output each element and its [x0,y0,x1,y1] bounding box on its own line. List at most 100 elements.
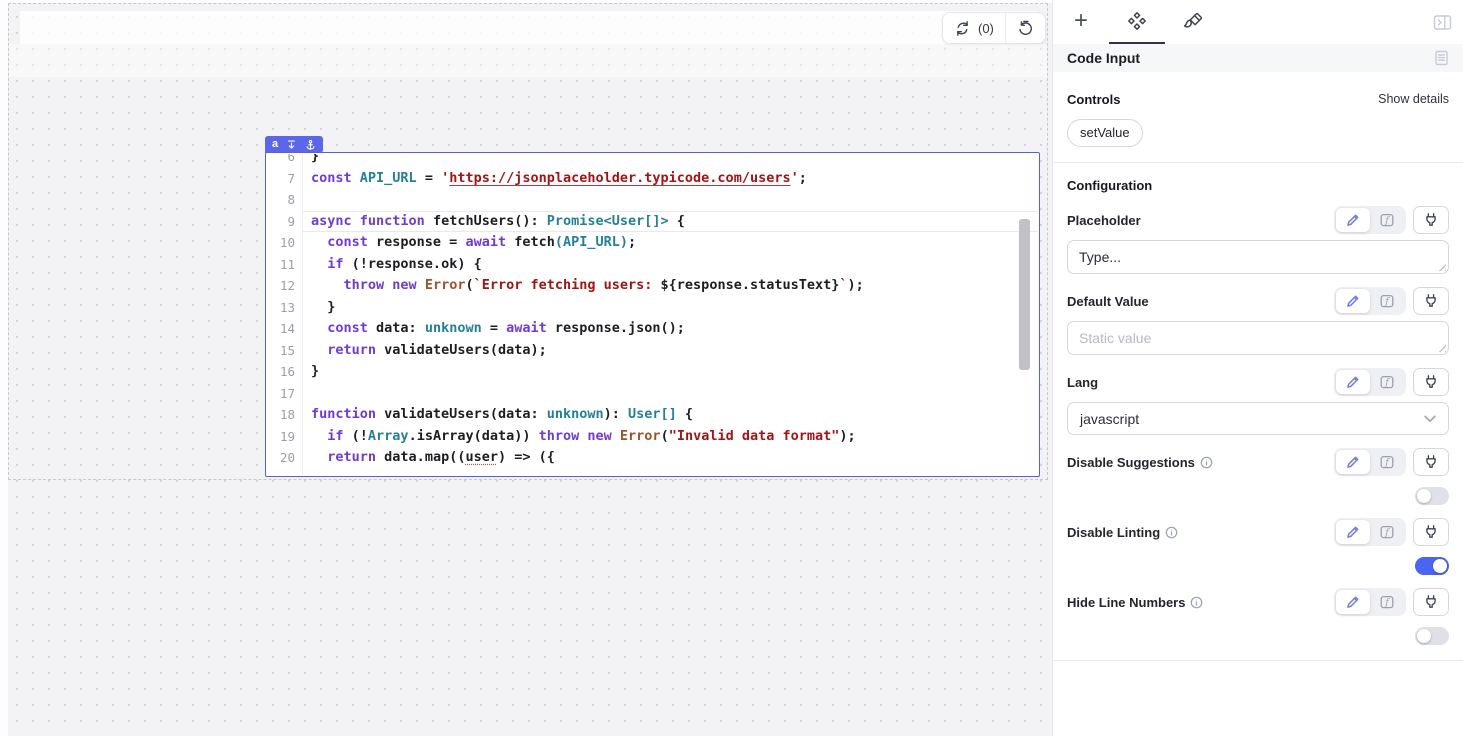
properties-panel: + Code Input Controls Show details setVa… [1052,0,1463,736]
property-label-hide-line-numbers: Hide Line Numbers [1067,595,1185,610]
plug-icon [1423,374,1439,390]
code-input-widget[interactable]: 6789101112131415161718192021 }const API_… [265,152,1040,477]
arrow-down-to-line-icon[interactable] [286,139,297,151]
fx-icon: f [1379,293,1395,309]
refresh-button[interactable]: (0) [943,13,1005,43]
panel-tabs: + [1053,0,1463,44]
static-mode-button[interactable] [1336,450,1370,474]
property-label-disable-linting: Disable Linting [1067,525,1160,540]
code-scrollbar[interactable] [1019,219,1030,370]
code-content[interactable]: }const API_URL = 'https://jsonplaceholde… [303,154,1038,475]
canvas-action-bar: (0) [942,12,1046,44]
configuration-section-title: Configuration [1067,178,1449,193]
bind-data-button[interactable] [1413,448,1449,476]
static-mode-button[interactable] [1336,289,1370,313]
tab-style[interactable] [1165,0,1221,44]
bind-data-button[interactable] [1413,287,1449,315]
docs-icon[interactable] [1434,50,1449,66]
property-disable-linting: Disable Linting f [1067,518,1449,575]
code-lines: }const API_URL = 'https://jsonplaceholde… [303,154,1038,475]
disable-linting-toggle[interactable] [1415,557,1449,575]
history-button[interactable] [1006,13,1045,43]
fx-mode-button[interactable]: f [1370,450,1404,474]
lang-select[interactable]: javascript [1067,402,1449,435]
fx-icon: f [1379,524,1395,540]
info-icon[interactable] [1165,526,1178,539]
show-details-link[interactable]: Show details [1378,92,1449,106]
plug-icon [1423,524,1439,540]
property-disable-suggestions: Disable Suggestions f [1067,448,1449,505]
default-value-input[interactable]: Static value [1067,321,1449,355]
toggle-knob [1417,489,1431,503]
widget-name: a [272,136,278,153]
plug-icon [1423,293,1439,309]
svg-text:f: f [1384,216,1390,226]
property-control-buttons: f [1334,448,1449,476]
fx-mode-button[interactable]: f [1370,208,1404,232]
plug-icon [1423,594,1439,610]
pencil-icon [1345,454,1361,470]
svg-text:f: f [1384,458,1390,468]
svg-text:f: f [1384,378,1390,388]
pencil-icon [1345,524,1361,540]
toggle-knob [1433,559,1447,573]
panel-header: Code Input [1053,44,1463,72]
pencil-icon [1345,374,1361,390]
canvas[interactable]: (0) a 6789101112131415161718192021 }cons… [0,0,1052,736]
gutter-numbers: 6789101112131415161718192021 [267,154,302,475]
binding-mode-segmented: f [1334,206,1406,234]
svg-text:f: f [1384,598,1390,608]
resize-grip-icon[interactable] [1437,262,1446,271]
tab-properties[interactable] [1109,0,1165,44]
bind-data-button[interactable] [1413,588,1449,616]
fx-mode-button[interactable]: f [1370,590,1404,614]
property-control-buttons: f [1334,206,1449,234]
property-control-buttons: f [1334,368,1449,396]
bind-data-button[interactable] [1413,206,1449,234]
resize-grip-icon[interactable] [1437,343,1446,352]
svg-text:f: f [1384,297,1390,307]
bind-data-button[interactable] [1413,518,1449,546]
disable-suggestions-toggle[interactable] [1415,487,1449,505]
code-gutter: 6789101112131415161718192021 [267,154,303,475]
section-divider [1053,660,1463,661]
fx-mode-button[interactable]: f [1370,520,1404,544]
svg-text:f: f [1384,528,1390,538]
anchor-icon[interactable] [305,139,316,151]
components-icon [1127,11,1147,31]
property-lang: Lang f javascript [1067,368,1449,435]
fx-icon: f [1379,212,1395,228]
collapse-panel-icon [1433,14,1452,31]
fx-mode-button[interactable]: f [1370,370,1404,394]
panel-body: Controls Show details setValue Configura… [1053,90,1463,661]
pencil-icon [1345,212,1361,228]
static-mode-button[interactable] [1336,208,1370,232]
tab-insert[interactable]: + [1053,0,1109,44]
section-divider [1053,162,1463,163]
plus-icon: + [1074,9,1088,33]
plug-icon [1423,454,1439,470]
binding-mode-segmented: f [1334,588,1406,616]
widget-name-badge[interactable]: a [265,136,323,153]
fx-mode-button[interactable]: f [1370,289,1404,313]
info-icon[interactable] [1200,456,1213,469]
collapse-panel-button[interactable] [1431,12,1453,32]
binding-mode-segmented: f [1334,448,1406,476]
brush-icon [1183,12,1203,32]
controls-section-title: Controls [1067,92,1120,107]
refresh-icon [954,20,971,37]
property-label-placeholder: Placeholder [1067,213,1141,228]
property-label-disable-suggestions: Disable Suggestions [1067,455,1195,470]
widget-type-title: Code Input [1067,50,1140,66]
placeholder-input[interactable]: Type... [1067,240,1449,274]
code-editor[interactable]: 6789101112131415161718192021 }const API_… [267,154,1038,475]
canvas-left-margin [0,0,8,736]
history-icon [1017,20,1034,37]
static-mode-button[interactable] [1336,590,1370,614]
method-chip-setvalue[interactable]: setValue [1067,119,1143,147]
static-mode-button[interactable] [1336,520,1370,544]
static-mode-button[interactable] [1336,370,1370,394]
bind-data-button[interactable] [1413,368,1449,396]
hide-line-numbers-toggle[interactable] [1415,627,1449,645]
info-icon[interactable] [1190,596,1203,609]
